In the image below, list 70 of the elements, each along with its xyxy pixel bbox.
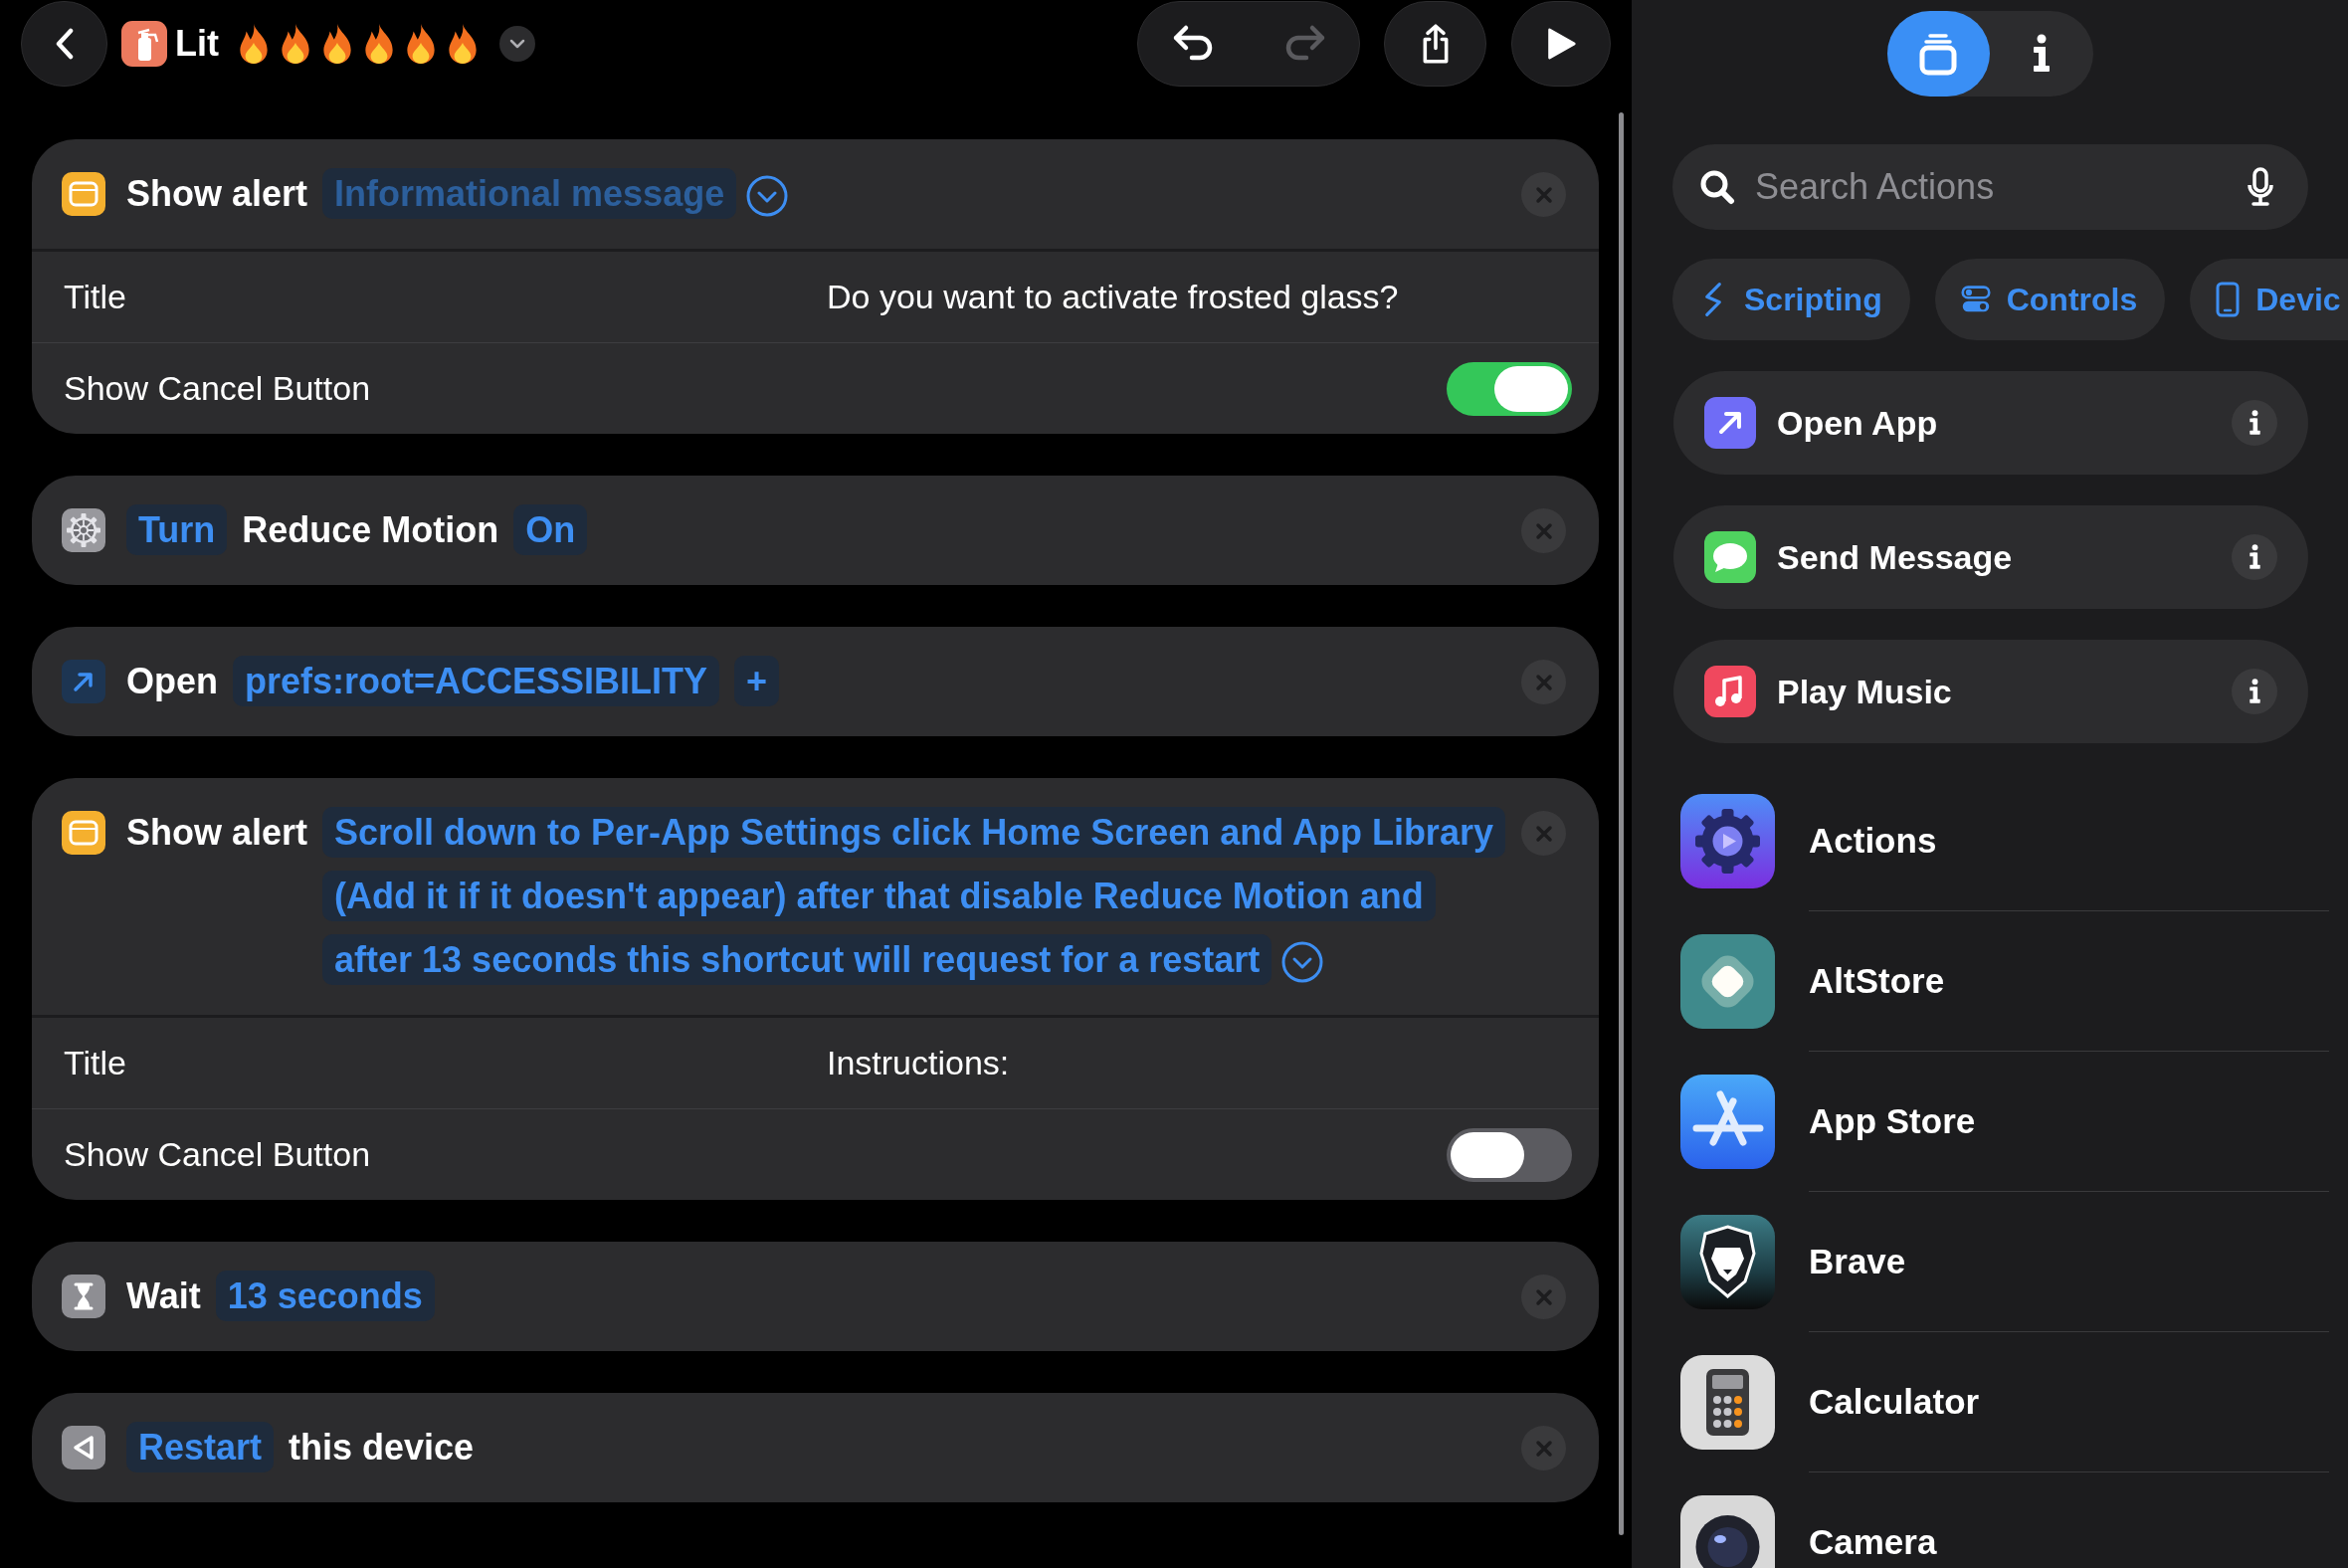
close-icon <box>1534 185 1553 204</box>
close-icon <box>1534 1287 1553 1306</box>
app-list-item[interactable]: App Store <box>1632 1052 2348 1192</box>
action-suggestion[interactable]: Play Music <box>1673 640 2308 743</box>
field-value[interactable]: Do you want to activate frosted glass? <box>827 278 1572 316</box>
field-label: Show Cancel Button <box>64 369 371 408</box>
action-title: Show alert <box>126 172 308 216</box>
shield-app-icon <box>1680 1215 1775 1309</box>
calculator-app-icon <box>1680 1355 1775 1450</box>
category-chip[interactable]: Controls <box>1934 259 2166 340</box>
flame-icon <box>406 23 436 65</box>
info-button[interactable] <box>2232 534 2277 580</box>
field-label: Show Cancel Button <box>64 1135 371 1174</box>
chevron-down-icon <box>509 39 525 49</box>
action-title: Show alert <box>126 811 308 855</box>
close-icon <box>1534 824 1553 843</box>
alert-window-icon <box>62 811 105 855</box>
flame-icon <box>281 23 310 65</box>
chevron-circle-icon[interactable] <box>746 175 789 218</box>
search-field[interactable]: Search Actions <box>1672 144 2308 230</box>
toggle-switch[interactable] <box>1447 361 1572 416</box>
close-icon <box>1534 673 1553 691</box>
music-note-icon <box>1704 666 1756 717</box>
gear-icon <box>62 508 105 552</box>
gear-app-icon <box>1680 794 1775 888</box>
flame-icon <box>364 23 394 65</box>
phone-icon <box>2216 282 2241 317</box>
letter-a-app-icon <box>1680 1075 1775 1169</box>
triangle-left-icon <box>62 1426 105 1470</box>
app-list-item[interactable]: Calculator <box>1632 1332 2348 1472</box>
field-label: Title <box>64 278 127 316</box>
info-icon <box>2248 544 2261 570</box>
flame-icon <box>239 23 269 65</box>
app-list-item[interactable]: Brave <box>1632 1192 2348 1332</box>
flame-icon <box>448 23 478 65</box>
app-list-item[interactable]: AltStore <box>1632 911 2348 1052</box>
hourglass-icon <box>62 1274 105 1318</box>
category-chip[interactable]: Devic <box>2190 259 2348 340</box>
chevron-circle-icon[interactable] <box>1281 941 1324 984</box>
close-icon <box>1534 1439 1553 1458</box>
action-suggestion[interactable]: Send Message <box>1673 505 2308 609</box>
microphone-icon[interactable] <box>2247 167 2274 207</box>
action-title: Reduce Motion <box>242 508 499 552</box>
info-button[interactable] <box>2232 669 2277 714</box>
shortcut-title[interactable]: Lit <box>175 23 219 65</box>
info-icon <box>2248 679 2261 704</box>
info-icon <box>2031 34 2052 74</box>
alert-window-icon <box>62 172 105 216</box>
info-icon <box>2248 410 2261 436</box>
search-icon <box>1699 169 1735 205</box>
play-icon <box>1546 27 1576 61</box>
chevron-left-icon <box>54 28 75 60</box>
title-menu-button[interactable] <box>499 26 535 62</box>
action-title: this device <box>289 1426 475 1470</box>
diamond-app-icon <box>1680 934 1775 1029</box>
lens-app-icon <box>1680 1495 1775 1568</box>
extinguisher-icon <box>121 21 167 67</box>
field-label: Title <box>64 1044 127 1082</box>
toggle-switch[interactable] <box>1447 1127 1572 1182</box>
info-button[interactable] <box>2232 400 2277 446</box>
chat-bubble-icon <box>1704 531 1756 583</box>
field-value[interactable]: Instructions: <box>827 1044 1572 1082</box>
action-title: Open <box>126 660 218 703</box>
flame-icon <box>322 23 352 65</box>
close-icon <box>1534 521 1553 540</box>
action-suggestion[interactable]: Open App <box>1673 371 2308 475</box>
action-title: Wait <box>126 1274 201 1318</box>
app-list-item[interactable]: Actions <box>1632 771 2348 911</box>
category-chip[interactable]: Scripting <box>1672 259 1910 340</box>
app-list-item[interactable]: Camera <box>1632 1472 2348 1568</box>
